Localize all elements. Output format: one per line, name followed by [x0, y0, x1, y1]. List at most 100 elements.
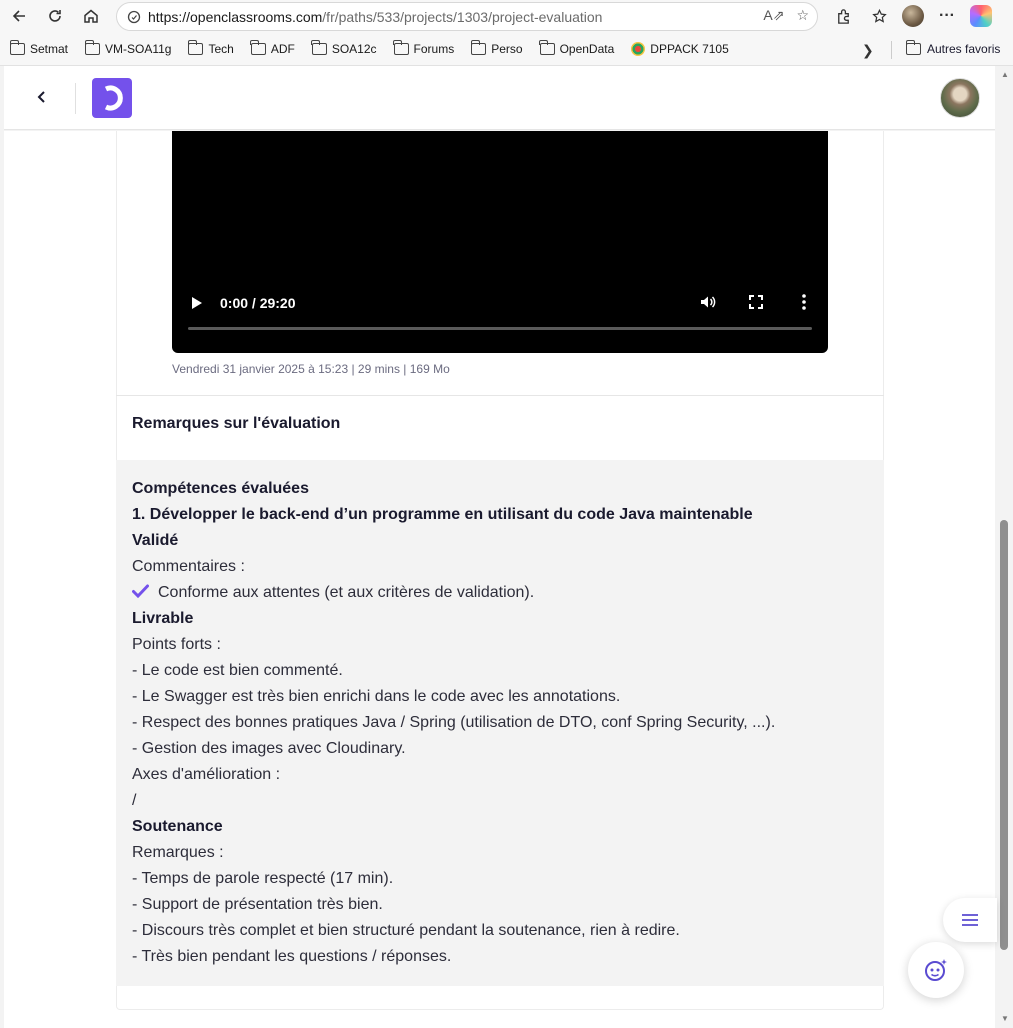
evaluation-line-text: - Discours très complet et bien structur… [132, 922, 680, 939]
video-player[interactable]: 0:00 / 29:20 [172, 131, 828, 353]
bookmark-soa12c[interactable]: SOA12c [311, 40, 377, 56]
more-vertical-icon[interactable] [797, 293, 811, 311]
page-scrollbar[interactable]: ▲ ▼ [997, 66, 1013, 1028]
play-icon[interactable] [192, 297, 202, 309]
app-header [4, 66, 995, 130]
profile-avatar[interactable] [902, 5, 924, 27]
video-metadata: Vendredi 31 janvier 2025 à 15:23 | 29 mi… [172, 362, 450, 376]
folder-icon [470, 40, 487, 55]
address-bar[interactable]: https://openclassrooms.com/fr/paths/533/… [116, 2, 818, 31]
folder-icon [250, 40, 266, 55]
evaluation-line: - Très bien pendant les questions / répo… [132, 944, 775, 970]
evaluation-line-text: - Très bien pendant les questions / répo… [132, 948, 452, 965]
extensions-icon[interactable] [830, 3, 856, 29]
url-path: /fr/paths/533/projects/1303/project-eval… [322, 8, 603, 25]
bookmark-other-favorites[interactable]: Autres favoris [905, 40, 1000, 56]
evaluation-line: Points forts : [132, 632, 775, 658]
bookmark-adf[interactable]: ADF [250, 40, 295, 56]
evaluation-line: Conforme aux attentes (et aux critères d… [132, 580, 775, 606]
assistant-face-icon [925, 959, 947, 981]
evaluation-line: - Le Swagger est très bien enrichi dans … [132, 684, 775, 710]
menu-toggle-button[interactable] [943, 898, 997, 942]
scroll-down-arrow-icon[interactable]: ▼ [1001, 1014, 1009, 1023]
more-menu-icon[interactable]: ··· [934, 3, 960, 29]
scroll-thumb[interactable] [1000, 520, 1008, 950]
evaluation-line: 1. Développer le back-end d’un programme… [132, 502, 775, 528]
checkmark-icon [132, 584, 149, 598]
evaluation-line-text: Commentaires : [132, 558, 245, 575]
evaluation-line: Validé [132, 528, 775, 554]
bookmark-dppack[interactable]: DPPACK 7105 [631, 42, 729, 56]
bookmark-perso[interactable]: Perso [470, 40, 523, 56]
evaluation-line: - Temps de parole respecté (17 min). [132, 866, 775, 892]
folder-icon [393, 40, 409, 55]
evaluation-line: Axes d'amélioration : [132, 762, 775, 788]
evaluation-line-text: Conforme aux attentes (et aux critères d… [158, 584, 535, 601]
url-host: https://openclassrooms.com [148, 8, 323, 25]
video-progress-bar[interactable] [188, 327, 812, 330]
chevron-left-icon[interactable] [30, 85, 54, 109]
copilot-icon[interactable] [970, 5, 992, 27]
evaluation-line: / [132, 788, 775, 814]
video-time: 0:00 / 29:20 [220, 295, 296, 311]
evaluation-line: Commentaires : [132, 554, 775, 580]
evaluation-line-text: Compétences évaluées [132, 480, 309, 497]
evaluation-line-text: / [132, 792, 137, 809]
evaluation-line: Soutenance [132, 814, 775, 840]
bookmarks-bar: Setmat VM-SOA11g Tech ADF SOA12c Forums … [0, 33, 1013, 66]
home-icon[interactable] [77, 2, 105, 30]
openclassrooms-logo[interactable] [92, 78, 132, 118]
folder-icon [9, 40, 25, 55]
favorite-star-icon[interactable]: ☆ [796, 7, 809, 24]
bookmark-opendata[interactable]: OpenData [539, 40, 614, 56]
evaluation-line-text: 1. Développer le back-end d’un programme… [132, 506, 753, 523]
header-divider [75, 83, 76, 114]
evaluation-line-text: - Respect des bonnes pratiques Java / Sp… [132, 714, 776, 731]
evaluation-line-text: Livrable [132, 610, 194, 627]
evaluation-line-text: Axes d'amélioration : [132, 766, 281, 783]
section-title: Remarques sur l'évaluation [132, 415, 341, 432]
ai-assistant-button[interactable] [908, 942, 964, 998]
bookmarks-divider [891, 41, 892, 59]
section-divider [116, 395, 884, 396]
fullscreen-icon[interactable] [749, 295, 763, 309]
bookmark-setmat[interactable]: Setmat [9, 40, 68, 56]
evaluation-line: Remarques : [132, 840, 775, 866]
evaluation-line: - Gestion des images avec Cloudinary. [132, 736, 775, 762]
browser-toolbar: https://openclassrooms.com/fr/paths/533/… [0, 0, 1013, 33]
evaluation-line-text: Validé [132, 532, 179, 549]
user-avatar[interactable] [940, 78, 980, 118]
scroll-up-arrow-icon[interactable]: ▲ [1001, 70, 1009, 79]
evaluation-line-text: - Temps de parole respecté (17 min). [132, 870, 394, 887]
folder-icon [539, 40, 555, 55]
evaluation-line: - Discours très complet et bien structur… [132, 918, 775, 944]
favorites-icon[interactable] [866, 3, 892, 29]
evaluation-lines: Compétences évaluées 1. Développer le bac… [132, 476, 775, 970]
page-viewport: 0:00 / 29:20 Vendredi 31 janvier 2025 à … [0, 66, 1013, 1028]
evaluation-line-text: - Le Swagger est très bien enrichi dans … [132, 688, 621, 705]
folder-icon [311, 40, 327, 55]
lock-icon[interactable] [127, 10, 141, 24]
bookmark-tech[interactable]: Tech [187, 40, 234, 56]
folder-icon [84, 40, 101, 55]
folder-icon [187, 40, 204, 55]
menu-icon [962, 914, 978, 926]
back-arrow-icon[interactable] [5, 2, 33, 30]
evaluation-panel: Compétences évaluées 1. Développer le bac… [116, 460, 884, 986]
folder-icon [905, 40, 921, 55]
evaluation-line-text: Soutenance [132, 818, 223, 835]
bookmark-vm-soa11g[interactable]: VM-SOA11g [84, 40, 171, 56]
read-aloud-icon[interactable]: A⇗ [763, 7, 784, 24]
volume-icon[interactable] [699, 293, 717, 311]
evaluation-line-text: - Le code est bien commenté. [132, 662, 343, 679]
evaluation-line: - Le code est bien commenté. [132, 658, 775, 684]
evaluation-line-text: Remarques : [132, 844, 224, 861]
evaluation-line-text: - Support de présentation très bien. [132, 896, 383, 913]
bookmark-forums[interactable]: Forums [393, 40, 454, 56]
evaluation-line: Compétences évaluées [132, 476, 775, 502]
evaluation-line: - Support de présentation très bien. [132, 892, 775, 918]
chevron-right-icon[interactable]: ❯ [862, 42, 874, 59]
evaluation-line-text: Points forts : [132, 636, 221, 653]
evaluation-line: - Respect des bonnes pratiques Java / Sp… [132, 710, 775, 736]
refresh-icon[interactable] [41, 2, 69, 30]
